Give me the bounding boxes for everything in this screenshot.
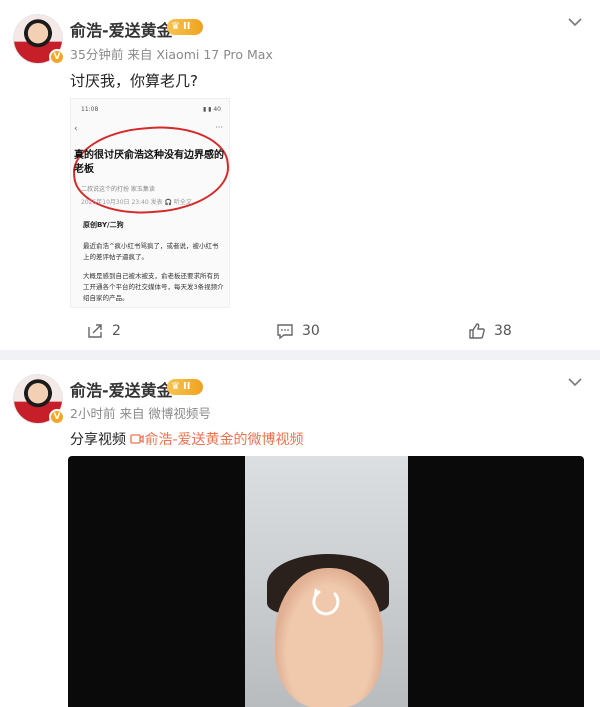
replay-icon[interactable] (307, 582, 345, 620)
post-meta: 2小时前 来自 微博视频号 (70, 403, 211, 422)
like-button[interactable]: 38 (468, 316, 512, 346)
post-separator (0, 350, 600, 360)
crown-icon: ♛ (171, 21, 180, 32)
weibo-post: V 俞浩-爱送黄金 ♛ II 35分钟前 来自 Xiaomi 17 Pro Max… (0, 0, 600, 350)
member-level-badge: ♛ II (167, 19, 203, 35)
share-icon (88, 324, 102, 338)
author-name[interactable]: 俞浩-爱送黄金 (70, 377, 173, 401)
post-text: 讨厌我，你算老几? (70, 72, 198, 90)
member-level-badge: ♛ II (167, 379, 203, 395)
image-back-icon: ‹ (74, 124, 78, 134)
crown-icon: ♛ (171, 381, 180, 392)
image-article-title: 真的很讨厌俞浩这种没有边界感的老板 (74, 150, 224, 175)
image-paragraph: 大概是感到自己被木被支，俞老板还要求所有员工开通各个平台的社交媒体号，每天发3条… (83, 272, 224, 302)
post-text-prefix: 分享视频 (70, 432, 126, 448)
video-player[interactable] (68, 456, 584, 707)
level-label: II (182, 21, 191, 32)
post-time: 35分钟前 (70, 47, 124, 62)
post-source: 来自 微博视频号 (119, 406, 211, 421)
chevron-down-icon[interactable] (568, 12, 582, 31)
level-label: II (182, 381, 191, 392)
comment-button[interactable]: 30 (276, 316, 320, 346)
share-count: 2 (112, 323, 121, 339)
chevron-down-icon[interactable] (568, 372, 582, 391)
post-image[interactable]: 11:08 ▮ ▮ 40 ‹ ··· 真的很讨厌俞浩这种没有边界感的老板 二叔说… (70, 98, 230, 308)
post-source: 来自 Xiaomi 17 Pro Max (127, 47, 273, 62)
post-time: 2小时前 (70, 406, 116, 421)
image-article-date: 2025年10月30日 23:40 发表 🎧 听全文 (81, 199, 192, 206)
video-frame (245, 456, 408, 707)
post-text: 分享视频 俞浩-爱送黄金的微博视频 (70, 429, 304, 449)
video-link-icon (130, 434, 145, 444)
like-icon (469, 323, 485, 339)
post-meta: 35分钟前 来自 Xiaomi 17 Pro Max (70, 44, 273, 63)
avatar[interactable]: V (13, 374, 65, 425)
author-name[interactable]: 俞浩-爱送黄金 (70, 17, 173, 41)
verified-badge: V (49, 409, 65, 425)
like-count: 38 (494, 323, 512, 339)
image-byline: 原创BY/二狗 (83, 221, 124, 229)
share-button[interactable]: 2 (86, 316, 121, 346)
image-status-icons: ▮ ▮ 40 (202, 106, 221, 113)
image-more-icon: ··· (215, 123, 223, 132)
action-bar: 2 30 38 (0, 316, 600, 346)
weibo-post: V 俞浩-爱送黄金 ♛ II 2小时前 来自 微博视频号 分享视频 俞浩-爱送黄金… (0, 360, 600, 707)
avatar[interactable]: V (13, 14, 65, 65)
comment-count: 30 (302, 323, 320, 339)
comment-icon (277, 324, 293, 340)
image-article-author: 二叔说这个的打扮 家玉集读 (81, 186, 155, 193)
video-link-label: 俞浩-爱送黄金的微博视频 (144, 432, 304, 448)
video-link[interactable]: 俞浩-爱送黄金的微博视频 (130, 432, 304, 448)
verified-badge: V (49, 49, 65, 65)
image-paragraph: 最近俞浩^疯小红书骂疯了，或者说，被小红书上的差评帖子逼疯了。 (83, 242, 219, 261)
image-status-time: 11:08 (81, 106, 99, 113)
